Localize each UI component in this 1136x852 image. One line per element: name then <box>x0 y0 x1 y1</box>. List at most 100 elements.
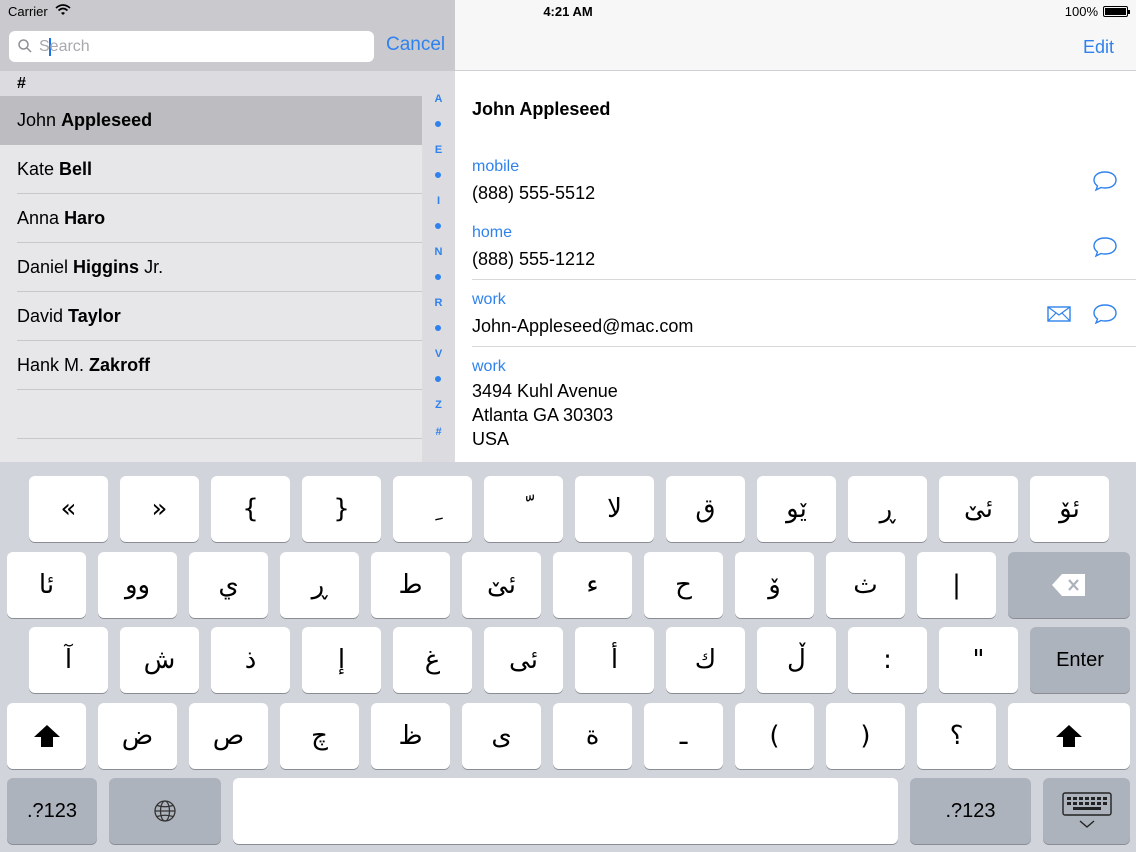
key[interactable]: وو <box>98 552 177 618</box>
contacts-list-panel: Cancel # John Appleseed Kate Bell Anna H… <box>0 0 455 462</box>
field-work-address[interactable]: work 3494 Kuhl Avenue Atlanta GA 30303 U… <box>472 358 1136 451</box>
numbers-key-left[interactable]: .?123 <box>7 778 97 844</box>
key[interactable]: ) <box>826 703 905 769</box>
field-value[interactable]: (888) 555-5512 <box>472 181 1136 205</box>
field-divider <box>472 279 1136 280</box>
search-field[interactable] <box>9 31 374 62</box>
space-bar[interactable] <box>233 778 898 844</box>
key[interactable]: ؟ <box>917 703 996 769</box>
numbers-key-right[interactable]: .?123 <box>910 778 1031 844</box>
key[interactable]: ى <box>462 703 541 769</box>
contact-row[interactable]: David Taylor <box>0 292 422 341</box>
index-letter-r[interactable]: R <box>422 297 455 309</box>
key[interactable]: " <box>939 627 1018 693</box>
key[interactable]: ي <box>189 552 268 618</box>
key[interactable]: ئۆ <box>1030 476 1109 542</box>
key[interactable]: ( <box>735 703 814 769</box>
index-dot[interactable] <box>435 274 441 280</box>
message-icon[interactable] <box>1092 236 1118 258</box>
key[interactable]: ئێ <box>462 552 541 618</box>
key[interactable]: ّ <box>484 476 563 542</box>
mail-icon[interactable] <box>1046 303 1072 325</box>
field-value[interactable]: John-Appleseed@mac.com <box>472 314 1136 338</box>
field-home[interactable]: home (888) 555-1212 <box>472 224 1136 280</box>
key[interactable]: ص <box>189 703 268 769</box>
index-letter-e[interactable]: E <box>422 144 455 156</box>
section-index-bar[interactable]: A E I N R V Z # <box>422 71 455 462</box>
contacts-list: # John Appleseed Kate Bell Anna Haro Dan… <box>0 71 422 462</box>
key[interactable]: ظ <box>371 703 450 769</box>
index-letter-z[interactable]: Z <box>422 399 455 411</box>
field-mobile[interactable]: mobile (888) 555-5512 <box>472 158 1136 205</box>
globe-key[interactable] <box>109 778 221 844</box>
contact-row[interactable]: Daniel Higgins Jr. <box>0 243 422 292</box>
key[interactable]: « <box>29 476 108 542</box>
index-dot[interactable] <box>435 223 441 229</box>
key[interactable]: ڵ <box>757 627 836 693</box>
key[interactable]: آ <box>29 627 108 693</box>
key[interactable]: ئا <box>7 552 86 618</box>
search-input[interactable] <box>39 34 359 59</box>
contact-first-name: Daniel <box>17 257 69 277</box>
contact-row[interactable]: Kate Bell <box>0 145 422 194</box>
backspace-icon <box>1052 574 1085 596</box>
field-work-email[interactable]: work John-Appleseed@mac.com <box>472 291 1136 347</box>
key[interactable]: ذ <box>211 627 290 693</box>
key[interactable]: ط <box>371 552 450 618</box>
enter-key[interactable]: Enter <box>1030 627 1130 693</box>
index-dot[interactable] <box>435 172 441 178</box>
key[interactable]: ێو <box>757 476 836 542</box>
contact-name: John Appleseed <box>472 99 611 119</box>
index-letter-n[interactable]: N <box>422 246 455 258</box>
key[interactable]: ئێ <box>939 476 1018 542</box>
key[interactable]: | <box>917 552 996 618</box>
shift-key-right[interactable] <box>1008 703 1130 769</box>
key[interactable]: غ <box>393 627 472 693</box>
key[interactable]: لا <box>575 476 654 542</box>
globe-icon <box>154 800 176 822</box>
dismiss-keyboard-key[interactable] <box>1043 778 1130 844</box>
key[interactable]: ح <box>644 552 723 618</box>
message-icon[interactable] <box>1092 170 1118 192</box>
key[interactable]: ث <box>826 552 905 618</box>
key[interactable]: ش <box>120 627 199 693</box>
key[interactable]: ك <box>666 627 745 693</box>
key[interactable]: ۆ <box>735 552 814 618</box>
index-letter-a[interactable]: A <box>422 93 455 105</box>
key[interactable]: أ <box>575 627 654 693</box>
index-dot[interactable] <box>435 376 441 382</box>
index-dot[interactable] <box>435 325 441 331</box>
key[interactable]: ق <box>666 476 745 542</box>
key[interactable]: { <box>211 476 290 542</box>
contact-suffix: Jr. <box>144 257 164 277</box>
index-letter-hash[interactable]: # <box>422 426 455 438</box>
key[interactable]: ِ <box>393 476 472 542</box>
cancel-button[interactable]: Cancel <box>386 34 445 56</box>
field-value[interactable]: (888) 555-1212 <box>472 247 1136 271</box>
key[interactable]: إ <box>302 627 381 693</box>
key[interactable]: ڕ <box>280 552 359 618</box>
contact-last-name: Haro <box>64 208 106 228</box>
message-icon[interactable] <box>1092 303 1118 325</box>
edit-button[interactable]: Edit <box>1083 37 1114 58</box>
key[interactable]: » <box>120 476 199 542</box>
empty-row <box>0 390 422 439</box>
key[interactable]: ئی <box>484 627 563 693</box>
delete-key[interactable] <box>1008 552 1130 618</box>
index-dot[interactable] <box>435 121 441 127</box>
index-letter-i[interactable]: I <box>422 195 455 207</box>
key[interactable]: چ <box>280 703 359 769</box>
key[interactable]: ض <box>98 703 177 769</box>
contact-row[interactable]: Hank M. Zakroff <box>0 341 422 390</box>
shift-key-left[interactable] <box>7 703 86 769</box>
key[interactable]: ة <box>553 703 632 769</box>
contact-row[interactable]: John Appleseed <box>0 96 422 145</box>
key[interactable]: } <box>302 476 381 542</box>
index-letter-v[interactable]: V <box>422 348 455 360</box>
key[interactable]: : <box>848 627 927 693</box>
key[interactable]: ء <box>553 552 632 618</box>
shift-icon <box>33 725 60 747</box>
key[interactable]: ـ <box>644 703 723 769</box>
key[interactable]: ڕ <box>848 476 927 542</box>
contact-row[interactable]: Anna Haro <box>0 194 422 243</box>
